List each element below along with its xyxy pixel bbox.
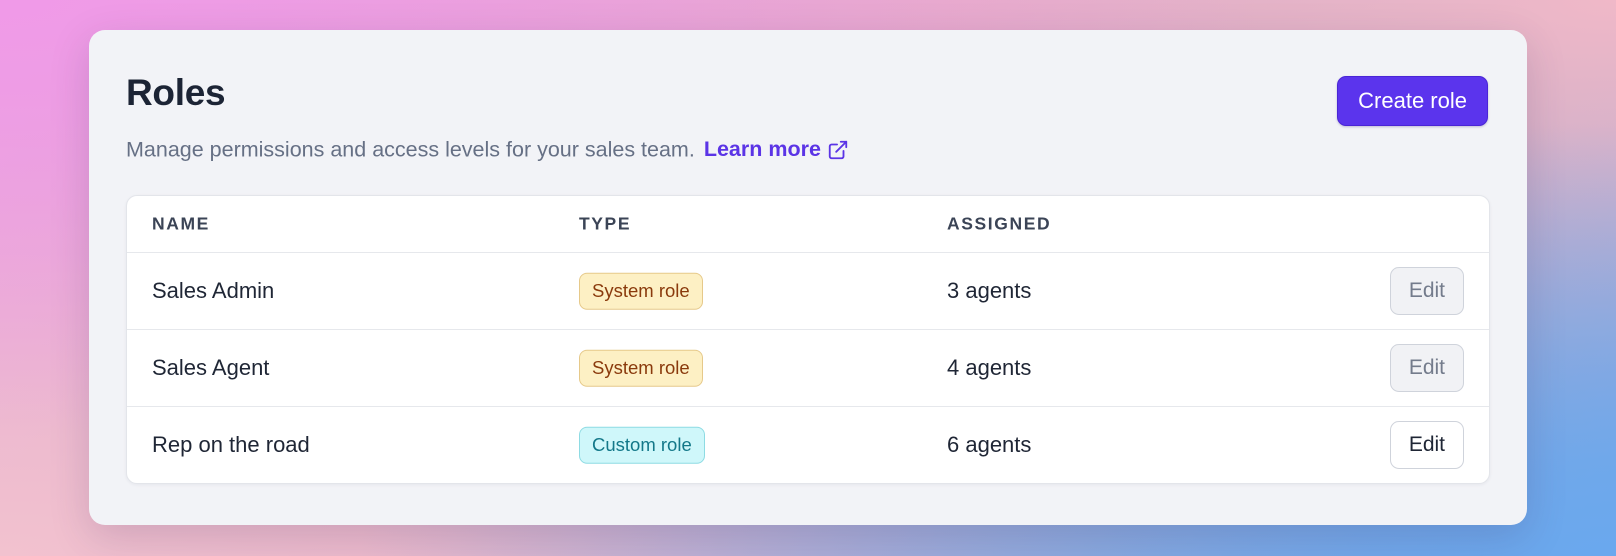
page-title: Roles (126, 72, 226, 113)
role-type-cell: System role (579, 349, 703, 387)
subtitle-text: Manage permissions and access levels for… (126, 137, 695, 162)
column-header-assigned: ASSIGNED (947, 213, 1052, 234)
table-row: Sales Admin System role 3 agents Edit (127, 252, 1489, 329)
column-header-name: NAME (152, 213, 210, 234)
role-type-cell: System role (579, 272, 703, 310)
learn-more-link[interactable]: Learn more (704, 139, 849, 161)
role-name: Sales Admin (152, 278, 275, 303)
edit-role-button[interactable]: Edit (1389, 344, 1464, 392)
role-action-cell: Edit (1389, 267, 1464, 315)
table-header-row: NAME TYPE ASSIGNED (127, 196, 1489, 252)
role-type-cell: Custom role (579, 426, 705, 464)
role-name: Sales Agent (152, 355, 270, 380)
learn-more-label: Learn more (703, 137, 821, 162)
role-action-cell: Edit (1389, 421, 1464, 469)
table-row: Rep on the road Custom role 6 agents Edi… (127, 406, 1489, 483)
role-action-cell: Edit (1389, 344, 1464, 392)
role-type-badge: System role (579, 272, 703, 310)
role-name: Rep on the road (152, 432, 310, 457)
external-link-icon (827, 139, 849, 161)
roles-card: Roles Manage permissions and access leve… (89, 30, 1527, 525)
role-assigned-count: 4 agents (947, 355, 1032, 380)
role-assigned-count: 6 agents (947, 432, 1032, 457)
create-role-button[interactable]: Create role (1337, 76, 1488, 126)
role-type-badge: System role (579, 349, 703, 387)
edit-role-button[interactable]: Edit (1389, 421, 1464, 469)
roles-table: NAME TYPE ASSIGNED Sales Admin System ro… (126, 195, 1490, 484)
page-subtitle: Manage permissions and access levels for… (126, 139, 849, 161)
role-assigned-count: 3 agents (947, 278, 1032, 303)
column-header-type: TYPE (579, 213, 632, 234)
edit-role-button[interactable]: Edit (1389, 267, 1464, 315)
role-type-badge: Custom role (579, 426, 705, 464)
table-row: Sales Agent System role 4 agents Edit (127, 329, 1489, 406)
